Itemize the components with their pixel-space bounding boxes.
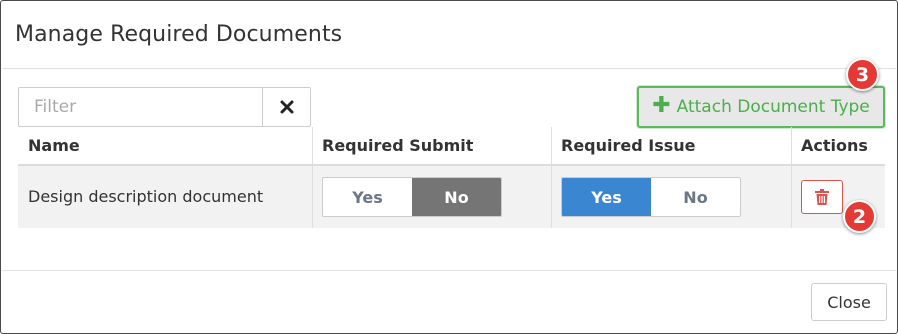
clear-filter-button[interactable] (262, 87, 311, 127)
table-row: Design description document Yes No Yes N… (18, 166, 885, 228)
column-divider (551, 127, 552, 228)
filter-input[interactable] (18, 87, 263, 127)
cell-required-submit: Yes No (312, 166, 551, 228)
modal-header: Manage Required Documents (2, 2, 896, 69)
required-issue-toggle: Yes No (561, 177, 741, 217)
column-divider (791, 127, 792, 228)
header-required-submit: Required Submit (322, 136, 474, 155)
step-badge-2: 2 (843, 200, 876, 233)
header-actions: Actions (801, 136, 868, 155)
header-name: Name (28, 136, 80, 155)
trash-icon (815, 189, 829, 205)
attach-document-type-label: Attach Document Type (676, 97, 870, 117)
x-icon (280, 100, 293, 114)
modal-title: Manage Required Documents (15, 22, 343, 47)
cell-required-issue: Yes No (551, 166, 791, 228)
column-divider (312, 127, 313, 228)
step-badge-3: 3 (846, 58, 879, 91)
modal-footer-divider (2, 270, 896, 271)
close-button[interactable]: Close (811, 283, 887, 321)
manage-required-documents-dialog: Manage Required Documents ✚ Attach Docum… (0, 0, 898, 334)
filter-group (18, 87, 311, 127)
required-issue-yes-option[interactable]: Yes (562, 178, 651, 216)
header-required-issue: Required Issue (561, 136, 696, 155)
required-issue-no-option[interactable]: No (651, 178, 740, 216)
required-submit-no-option[interactable]: No (412, 178, 501, 216)
cell-name: Design description document (18, 166, 312, 228)
attach-document-type-button[interactable]: ✚ Attach Document Type (637, 86, 885, 128)
required-submit-toggle: Yes No (322, 177, 502, 217)
table-header-row: Name Required Submit Required Issue Acti… (18, 127, 885, 166)
document-name: Design description document (28, 187, 264, 206)
plus-icon: ✚ (652, 93, 671, 118)
required-submit-yes-option[interactable]: Yes (323, 178, 412, 216)
required-documents-table: Name Required Submit Required Issue Acti… (18, 127, 885, 228)
delete-row-button[interactable] (801, 180, 843, 214)
